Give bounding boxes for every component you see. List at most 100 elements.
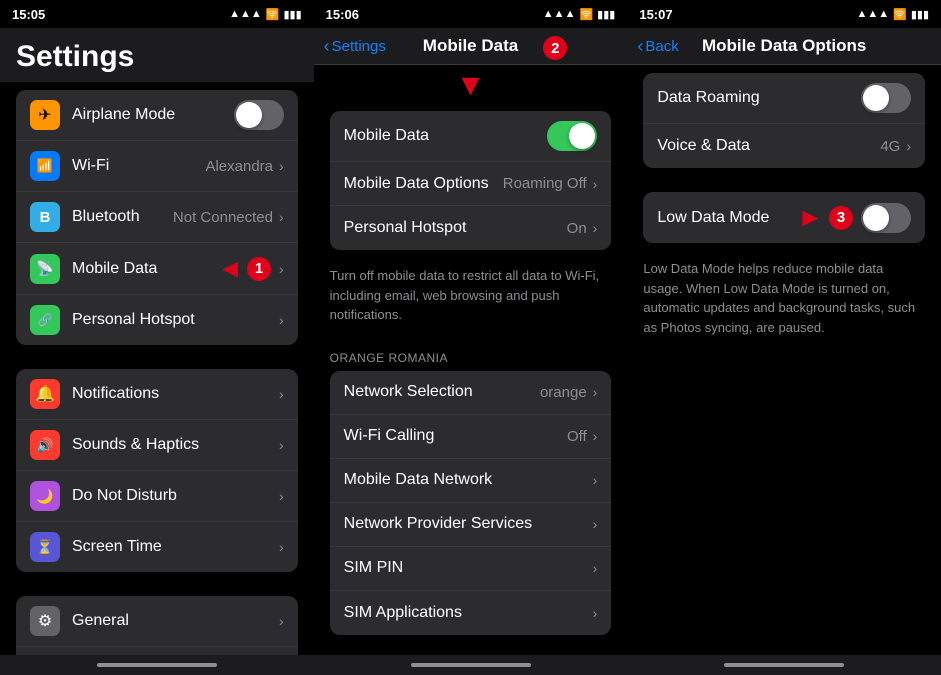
data-roaming-row[interactable]: Data Roaming [643,73,925,124]
mobile-data-top-group: Mobile Data Mobile Data Options Roaming … [330,111,612,250]
wifi-calling-label: Wi-Fi Calling [344,427,567,445]
arrow-left-1: ◄ [217,253,243,284]
sounds-row[interactable]: 🔊 Sounds & Haptics › [16,420,298,471]
general-row[interactable]: ⚙ General › [16,596,298,647]
home-indicator-3 [724,663,844,667]
p2-hotspot-value: On [567,220,587,237]
network-selection-value: orange [540,384,587,401]
mobile-data-description: Turn off mobile data to restrict all dat… [314,258,628,333]
bluetooth-icon: B [30,202,60,232]
hotspot-icon: 🔗 [30,305,60,335]
sounds-chevron: › [279,437,284,453]
sim-pin-row[interactable]: SIM PIN › [330,547,612,591]
data-roaming-toggle[interactable] [861,83,911,113]
control-centre-row[interactable]: ⊞ Control Centre › [16,647,298,655]
mobile-data-network-row[interactable]: Mobile Data Network › [330,459,612,503]
screen-time-chevron: › [279,539,284,555]
nav-bar-3: ‹ Back Mobile Data Options [627,28,941,65]
dnd-label: Do Not Disturb [72,487,279,505]
home-indicator-2 [411,663,531,667]
badge-2: 2 [543,36,567,60]
notifications-label: Notifications [72,385,279,403]
mobile-data-toggle-label: Mobile Data [344,127,548,145]
nav-bar-2: ‹ Settings Mobile Data 2 [314,28,628,65]
sim-apps-chevron: › [593,605,598,621]
hotspot-row[interactable]: 🔗 Personal Hotspot › [16,295,298,345]
voice-data-row[interactable]: Voice & Data 4G › [643,124,925,168]
status-icons-3: ▲▲▲ 🛜 ▮▮▮ [856,8,929,21]
nav-title-3: Mobile Data Options [702,36,866,56]
wifi-row[interactable]: 📶 Wi-Fi Alexandra › [16,141,298,192]
sim-pin-label: SIM PIN [344,559,593,577]
low-data-group: Low Data Mode ► 3 [643,192,925,243]
panel-mobile-data: 15:06 ▲▲▲ 🛜 ▮▮▮ ‹ Settings Mobile Data 2… [314,0,628,675]
notifications-icon: 🔔 [30,379,60,409]
status-time-3: 15:07 [639,7,672,22]
wifi-calling-value: Off [567,428,587,445]
data-roaming-label: Data Roaming [657,89,861,107]
dnd-chevron: › [279,488,284,504]
panel-mobile-data-options: 15:07 ▲▲▲ 🛜 ▮▮▮ ‹ Back Mobile Data Optio… [627,0,941,675]
data-roaming-group: Data Roaming Voice & Data 4G › [643,73,925,168]
voice-data-chevron: › [906,138,911,154]
bluetooth-row[interactable]: B Bluetooth Not Connected › [16,192,298,243]
signal-icon-1: ▲▲▲ [229,8,262,20]
low-data-description: Low Data Mode helps reduce mobile data u… [627,251,941,345]
hotspot-chevron: › [279,312,284,328]
status-bar-1: 15:05 ▲▲▲ 🛜 ▮▮▮ [0,0,314,28]
mobile-data-options-label: Mobile Data Options [344,175,503,193]
nav-back-back[interactable]: ‹ Back [637,36,678,57]
sim-apps-row[interactable]: SIM Applications › [330,591,612,635]
settings-content[interactable]: ✈ Airplane Mode 📶 Wi-Fi Alexandra › B Bl… [0,82,314,655]
orange-romania-header: ORANGE ROMANIA [314,333,628,371]
nav-title-2: Mobile Data [423,36,518,56]
network-provider-chevron: › [593,516,598,532]
dnd-row[interactable]: 🌙 Do Not Disturb › [16,471,298,522]
airplane-mode-row[interactable]: ✈ Airplane Mode [16,90,298,141]
wifi-calling-row[interactable]: Wi-Fi Calling Off › [330,415,612,459]
dnd-icon: 🌙 [30,481,60,511]
notifications-chevron: › [279,386,284,402]
general-group: ⚙ General › ⊞ Control Centre › ☀ Display… [16,596,298,655]
sounds-icon: 🔊 [30,430,60,460]
mobile-data-options-content[interactable]: Data Roaming Voice & Data 4G › Low Data … [627,65,941,655]
network-selection-label: Network Selection [344,383,540,401]
general-label: General [72,612,279,630]
status-time-1: 15:05 [12,7,45,22]
status-time-2: 15:06 [326,7,359,22]
low-data-mode-row[interactable]: Low Data Mode ► 3 [643,192,925,243]
low-data-toggle[interactable] [861,203,911,233]
screen-time-label: Screen Time [72,538,279,556]
mobile-data-toggle[interactable] [547,121,597,151]
mobile-data-toggle-row[interactable]: Mobile Data [330,111,612,162]
network-provider-row[interactable]: Network Provider Services › [330,503,612,547]
screen-time-icon: ⏳ [30,532,60,562]
mobile-data-network-label: Mobile Data Network [344,471,593,489]
status-bar-2: 15:06 ▲▲▲ 🛜 ▮▮▮ [314,0,628,28]
network-selection-row[interactable]: Network Selection orange › [330,371,612,415]
home-indicator-1 [97,663,217,667]
network-selection-chevron: › [593,384,598,400]
battery-icon-1: ▮▮▮ [284,8,302,21]
orange-romania-group: Network Selection orange › Wi-Fi Calling… [330,371,612,635]
mobile-data-options-value: Roaming Off [503,175,587,192]
voice-data-value: 4G [880,138,900,155]
settings-title: Settings [0,28,314,82]
wifi-icon: 📶 [30,151,60,181]
mobile-data-content[interactable]: ▼ Mobile Data Mobile Data Options Roamin… [314,65,628,655]
nav-back-settings[interactable]: ‹ Settings [324,36,386,57]
arrow-right-3: ► [797,202,823,233]
back-label-3: Back [645,38,678,55]
notifications-group: 🔔 Notifications › 🔊 Sounds & Haptics › 🌙… [16,369,298,572]
wifi-value: Alexandra [205,158,273,175]
airplane-toggle[interactable] [234,100,284,130]
wifi-icon-1: 🛜 [266,8,280,21]
screen-time-row[interactable]: ⏳ Screen Time › [16,522,298,572]
p2-hotspot-row[interactable]: Personal Hotspot On › [330,206,612,250]
general-icon: ⚙ [30,606,60,636]
mobile-data-chevron: › [279,261,284,277]
notifications-row[interactable]: 🔔 Notifications › [16,369,298,420]
mobile-data-options-row[interactable]: Mobile Data Options Roaming Off › [330,162,612,206]
mobile-data-row[interactable]: 📡 Mobile Data ◄ 1 › [16,243,298,295]
badge-3: 3 [829,206,853,230]
